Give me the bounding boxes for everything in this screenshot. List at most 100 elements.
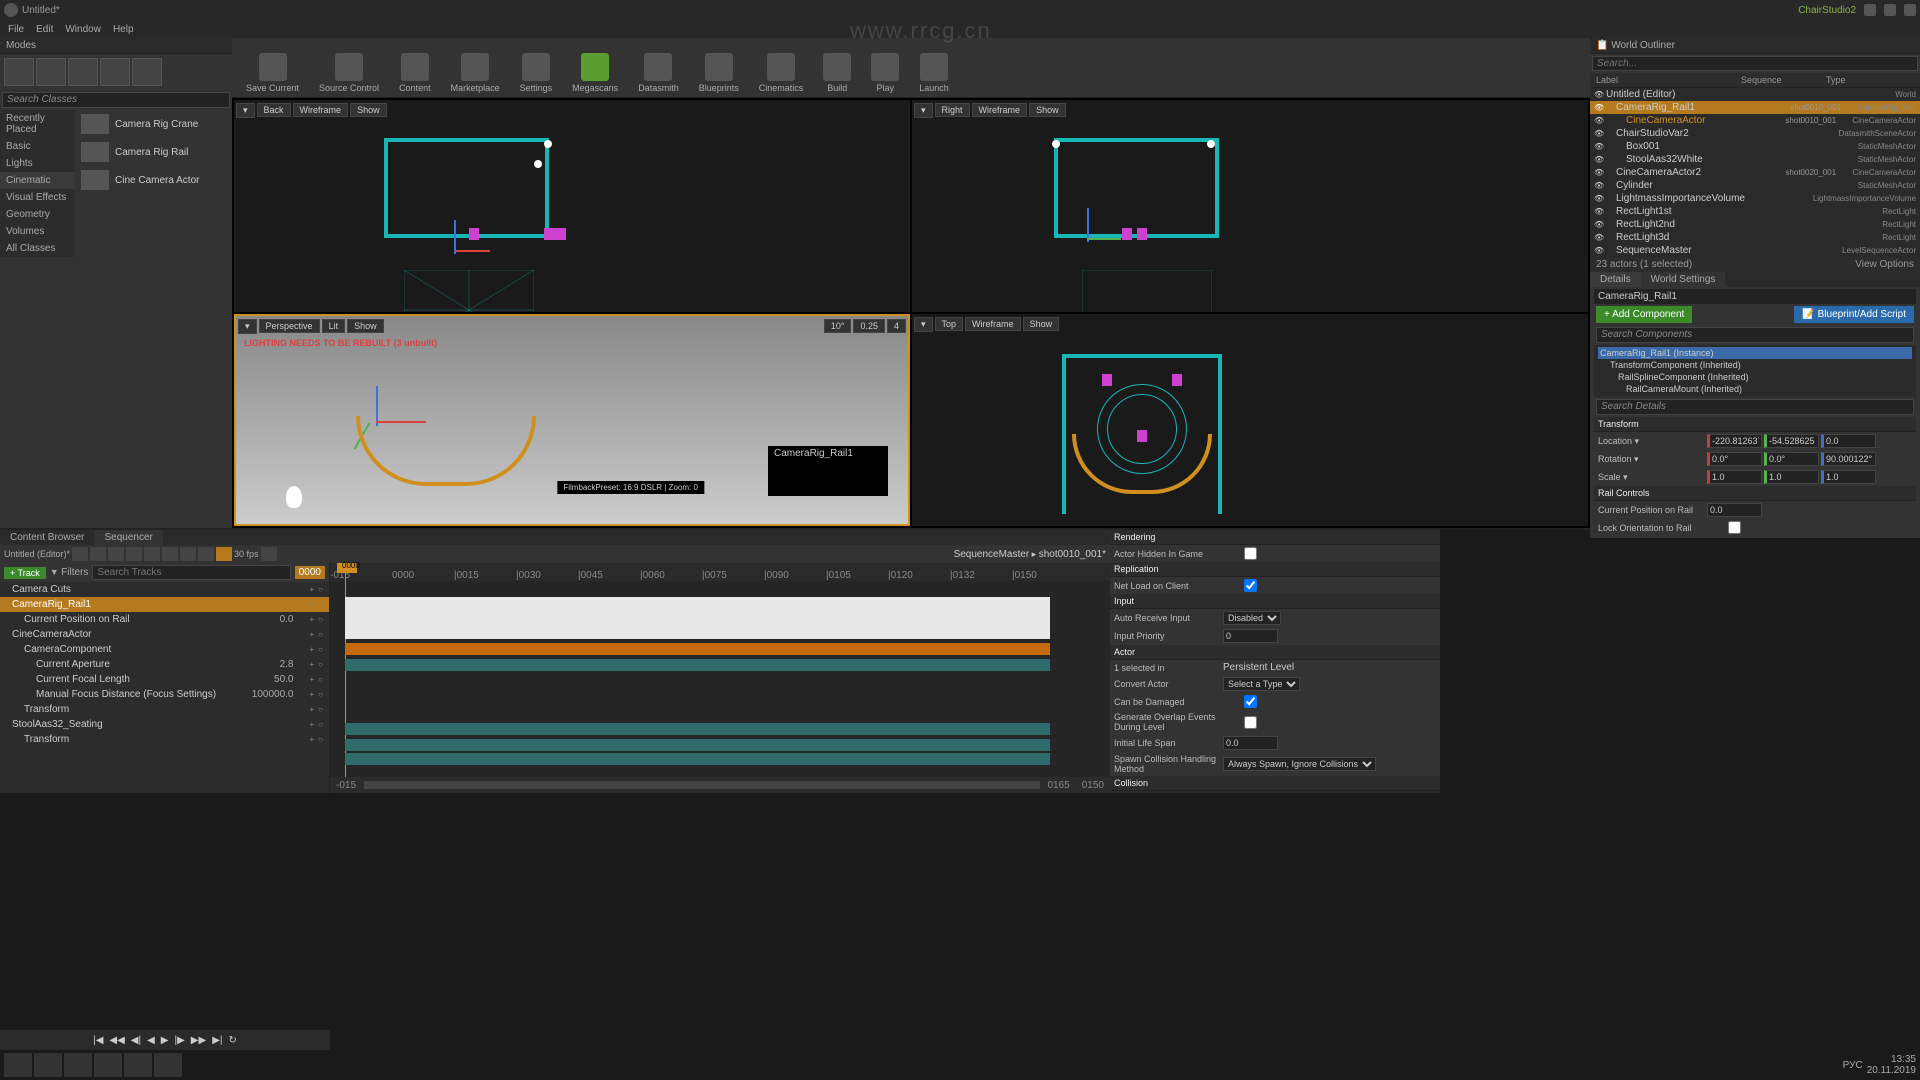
viewport-right[interactable]: ▾ Right Wireframe Show <box>912 100 1588 312</box>
scale-z[interactable] <box>1821 470 1876 484</box>
outliner-row[interactable]: 👁LightmassImportanceVolumeLightmassImpor… <box>1590 192 1920 205</box>
next-frame-icon[interactable]: |▶ <box>175 1035 185 1046</box>
track-row[interactable]: CineCameraActor+○ <box>0 627 329 642</box>
tab-content-browser[interactable]: Content Browser <box>0 530 94 545</box>
add-key-icon[interactable]: + <box>309 645 314 654</box>
seq-undo-icon[interactable] <box>126 547 142 561</box>
section-replication[interactable]: Replication <box>1110 562 1440 577</box>
convert-actor-select[interactable]: Select a Type <box>1223 677 1300 691</box>
track-options-icon[interactable]: ○ <box>318 705 323 714</box>
play-reverse-icon[interactable]: ◀ <box>147 1035 155 1046</box>
breadcrumb-master[interactable]: SequenceMaster <box>954 549 1030 560</box>
outliner-row[interactable]: 👁Box001StaticMeshActor <box>1590 140 1920 153</box>
toolbar-play[interactable]: Play <box>865 51 905 95</box>
vp-snap-scale[interactable]: 0.25 <box>853 319 885 333</box>
viewport-perspective[interactable]: ▾ Perspective Lit Show 10° 0.25 4 LIGHTI… <box>234 314 910 526</box>
toolbar-marketplace[interactable]: Marketplace <box>445 51 506 95</box>
seq-autokey-icon[interactable] <box>198 547 214 561</box>
add-key-icon[interactable]: + <box>309 660 314 669</box>
scale-x[interactable] <box>1707 470 1762 484</box>
toolbar-content[interactable]: Content <box>393 51 437 95</box>
location-x[interactable] <box>1707 434 1762 448</box>
visibility-eye-icon[interactable]: 👁 <box>1594 103 1604 112</box>
geometry-mode-icon[interactable] <box>132 58 162 86</box>
range-start[interactable]: -015 <box>336 780 356 791</box>
overlap-events-checkbox[interactable] <box>1223 716 1278 729</box>
goto-start-icon[interactable]: |◀ <box>93 1035 103 1046</box>
track-row[interactable]: Current Focal Length50.0+○ <box>0 672 329 687</box>
menu-file[interactable]: File <box>8 24 24 35</box>
taskbar-app[interactable] <box>34 1053 62 1077</box>
toolbar-build[interactable]: Build <box>817 51 857 95</box>
component-rail-spline[interactable]: RailSplineComponent (Inherited) <box>1598 371 1912 383</box>
track-row[interactable]: Current Position on Rail0.0+○ <box>0 612 329 627</box>
cat-geometry[interactable]: Geometry <box>0 206 75 223</box>
track-row[interactable]: Transform+○ <box>0 702 329 717</box>
timeline-scrollbar[interactable] <box>364 781 1039 789</box>
vp-mode[interactable]: Wireframe <box>965 317 1021 331</box>
add-key-icon[interactable]: + <box>309 600 314 609</box>
step-back-icon[interactable]: ◀◀ <box>109 1035 124 1046</box>
filters-button[interactable]: ▼ Filters <box>50 567 89 578</box>
track-row[interactable]: CameraRig_Rail1+○ <box>0 597 329 612</box>
search-tracks[interactable] <box>92 565 290 580</box>
lock-orientation-checkbox[interactable] <box>1707 521 1762 534</box>
paint-mode-icon[interactable] <box>36 58 66 86</box>
range-end[interactable]: 0165 <box>1048 780 1070 791</box>
spawn-collision-select[interactable]: Always Spawn, Ignore Collisions <box>1223 757 1376 771</box>
seq-render-icon[interactable] <box>108 547 124 561</box>
taskbar-app[interactable] <box>154 1053 182 1077</box>
cat-lights[interactable]: Lights <box>0 155 75 172</box>
blueprint-add-script-button[interactable]: 📝 Blueprint/Add Script <box>1794 306 1914 323</box>
add-key-icon[interactable]: + <box>309 690 314 699</box>
seq-key-icon[interactable] <box>180 547 196 561</box>
location-z[interactable] <box>1821 434 1876 448</box>
vp-show[interactable]: Show <box>350 103 387 117</box>
visibility-eye-icon[interactable]: 👁 <box>1594 207 1604 216</box>
toolbar-settings[interactable]: Settings <box>514 51 559 95</box>
vp-view-right[interactable]: Right <box>935 103 970 117</box>
maximize-icon[interactable] <box>1884 4 1896 16</box>
close-icon[interactable] <box>1904 4 1916 16</box>
component-root[interactable]: CameraRig_Rail1 (Instance) <box>1598 347 1912 359</box>
search-components[interactable]: Search Components <box>1596 327 1914 343</box>
vp-lit[interactable]: Lit <box>322 319 346 333</box>
col-label[interactable]: Label <box>1590 73 1735 87</box>
toolbar-blueprints[interactable]: Blueprints <box>693 51 745 95</box>
track-options-icon[interactable]: ○ <box>318 660 323 669</box>
seq-doc-name[interactable]: Untitled (Editor)* <box>4 549 70 559</box>
play-icon[interactable]: ▶ <box>161 1035 169 1046</box>
section-actor[interactable]: Actor <box>1110 645 1440 660</box>
menu-window[interactable]: Window <box>65 24 101 35</box>
track-row[interactable]: Camera Cuts+○ <box>0 582 329 597</box>
input-priority[interactable] <box>1223 629 1278 643</box>
cat-all-classes[interactable]: All Classes <box>0 240 75 257</box>
track-row[interactable]: Manual Focus Distance (Focus Settings)10… <box>0 687 329 702</box>
rail-position[interactable] <box>1707 503 1762 517</box>
rotation-x[interactable] <box>1707 452 1762 466</box>
visibility-eye-icon[interactable]: 👁 <box>1594 194 1604 203</box>
location-y[interactable] <box>1764 434 1819 448</box>
track-options-icon[interactable]: ○ <box>318 675 323 684</box>
viewport-top[interactable]: ▾ Top Wireframe Show <box>912 314 1588 526</box>
asset-cine-camera-actor[interactable]: Cine Camera Actor <box>75 166 232 194</box>
vp-options[interactable]: ▾ <box>236 103 255 118</box>
outliner-search[interactable] <box>1592 56 1918 71</box>
visibility-eye-icon[interactable]: 👁 <box>1594 155 1604 164</box>
outliner-row[interactable]: 👁RectLight1stRectLight <box>1590 205 1920 218</box>
visibility-eye-icon[interactable]: 👁 <box>1594 168 1604 177</box>
outliner-row[interactable]: 👁CylinderStaticMeshActor <box>1590 179 1920 192</box>
playhead-frame[interactable]: 0000 <box>295 566 325 579</box>
track-options-icon[interactable]: ○ <box>318 585 323 594</box>
track-options-icon[interactable]: ○ <box>318 645 323 654</box>
vp-options[interactable]: ▾ <box>238 319 257 334</box>
visibility-eye-icon[interactable]: 👁 <box>1594 181 1604 190</box>
visibility-eye-icon[interactable]: 👁 <box>1594 220 1604 229</box>
working-range-end[interactable]: 0150 <box>1082 780 1104 791</box>
stool-clip[interactable] <box>345 739 1050 751</box>
section-rail-controls[interactable]: Rail Controls <box>1594 486 1916 501</box>
tab-details[interactable]: Details <box>1590 272 1641 287</box>
vp-show[interactable]: Show <box>1029 103 1066 117</box>
section-rendering[interactable]: Rendering <box>1110 530 1440 545</box>
tab-world-settings[interactable]: World Settings <box>1641 272 1726 287</box>
